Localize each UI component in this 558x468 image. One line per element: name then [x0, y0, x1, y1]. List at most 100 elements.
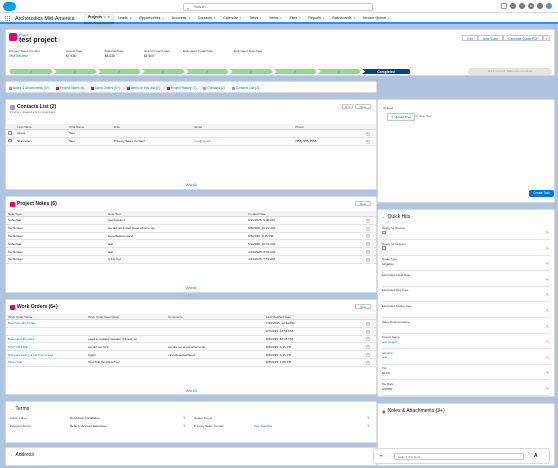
row-actions-chevron-icon[interactable]: ▾ — [366, 329, 370, 334]
related-link-label[interactable]: Contacts List (2) — [236, 86, 259, 90]
table-cell[interactable] — [192, 129, 294, 138]
list-settings-gear-icon[interactable]: ⚙ ▾ — [341, 103, 353, 109]
row-actions-chevron-icon[interactable]: ▾ — [366, 321, 370, 326]
chevron-down-icon[interactable]: ▾ — [260, 13, 261, 24]
nav-item-accounts[interactable]: Accounts ▾ — [168, 13, 194, 24]
row-actions-chevron-icon[interactable]: ▾ — [366, 345, 370, 350]
row-actions-chevron-icon[interactable]: ▾ — [366, 353, 370, 358]
app-launcher-icon[interactable] — [5, 16, 10, 21]
edit-pencil-icon[interactable]: ✎ — [546, 293, 549, 297]
help-icon[interactable]: ? — [519, 3, 525, 9]
edit-pencil-icon[interactable]: ✎ — [546, 340, 549, 344]
path-stage-complete[interactable]: ✓ — [97, 68, 141, 75]
salesforce-logo[interactable] — [3, 2, 16, 11]
path-stage-complete[interactable]: ✓ — [185, 68, 229, 75]
table-cell[interactable]: NCP ON FIRE — [6, 342, 86, 352]
nav-item-items[interactable]: Items ▾ — [266, 13, 286, 24]
path-stage-current[interactable]: Completed — [361, 68, 411, 75]
table-cell[interactable]: Bad Cats Mix Friday — [6, 319, 86, 328]
table-cell[interactable]: Nicholas saving a cat from a tree — [6, 350, 86, 359]
more-actions-chevron-icon[interactable]: ▾ — [543, 35, 550, 41]
row-actions-chevron-icon[interactable]: ▾ — [366, 234, 370, 239]
table-cell[interactable]: Basement Flooded — [6, 335, 86, 344]
related-link-label[interactable]: Project Notes (6) — [60, 86, 84, 90]
edit-pencil-icon[interactable]: ✎ — [546, 325, 549, 329]
nav-item-projects[interactable]: Projects ▾ ✕ — [84, 13, 114, 24]
related-link-label[interactable]: Items on this Job (0) — [131, 86, 160, 90]
related-link[interactable]: Contacts List (2) — [231, 86, 259, 90]
add-icon[interactable]: + — [510, 3, 516, 9]
row-actions-chevron-icon[interactable]: ▾ — [366, 242, 370, 247]
user-avatar[interactable] — [546, 3, 552, 9]
close-icon[interactable]: ✕ — [107, 12, 110, 23]
related-link-label[interactable]: Project History (7) — [171, 86, 197, 90]
nav-item-invoice-queue[interactable]: Invoice Queue ▾ — [359, 13, 393, 24]
nav-item-reports[interactable]: Reports ▾ — [304, 13, 328, 24]
edit-pencil-icon[interactable]: ✎ — [546, 309, 549, 313]
table-cell[interactable]: Other Call — [6, 358, 86, 367]
chevron-down-icon[interactable]: ▾ — [299, 13, 300, 24]
edit-pencil-icon[interactable]: ✎ — [546, 231, 549, 235]
row-actions-chevron-icon[interactable]: ▾ — [366, 250, 370, 255]
row-actions-chevron-icon[interactable]: ▾ — [365, 139, 370, 144]
notifications-bell-icon[interactable]: • — [537, 3, 543, 9]
edit-button[interactable]: Edit — [462, 35, 478, 41]
row-checkbox[interactable] — [6, 137, 16, 146]
favorites-icon[interactable] — [501, 3, 507, 9]
create-task-button[interactable]: Create Task — [529, 190, 554, 197]
row-actions-chevron-icon[interactable]: ▾ — [366, 257, 370, 262]
edit-pencil-icon[interactable]: ✎ — [183, 416, 186, 420]
edit-pencil-icon[interactable]: ✎ — [546, 247, 549, 251]
chevron-down-icon[interactable]: ▾ — [162, 13, 163, 24]
work-orders-view-all-link[interactable]: View All — [6, 389, 376, 393]
chevron-down-icon[interactable]: ▾ — [354, 13, 355, 24]
related-link[interactable]: Contacts (2) — [203, 86, 225, 90]
related-link-label[interactable]: Contacts (2) — [207, 86, 224, 90]
nav-item-leads[interactable]: Leads ▾ — [114, 13, 135, 24]
highlight-field-value[interactable]: Test Test test — [9, 54, 61, 58]
chevron-down-icon[interactable]: ▾ — [323, 13, 324, 24]
path-stage-complete[interactable]: ✓ — [229, 68, 273, 75]
field-value[interactable]: Test Test Test — [254, 424, 272, 428]
related-link[interactable]: Work Orders (6+) — [91, 86, 120, 90]
edit-pencil-icon[interactable]: ✎ — [367, 416, 370, 420]
row-actions-chevron-icon[interactable]: ▾ — [365, 131, 370, 136]
chevron-down-icon[interactable]: ▾ — [240, 13, 241, 24]
edit-pencil-icon[interactable]: ✎ — [367, 424, 370, 428]
upload-files-button[interactable]: Upload Files — [394, 115, 411, 119]
table-cell[interactable]: ben@d.com — [192, 137, 294, 146]
new-video-button[interactable]: New Video — [477, 35, 504, 41]
related-link-label[interactable]: Work Orders (6+) — [95, 86, 120, 90]
table-cell[interactable] — [6, 327, 86, 336]
edit-pencil-icon[interactable]: ✎ — [183, 424, 186, 428]
row-actions-chevron-icon[interactable]: ▾ — [366, 226, 370, 231]
related-link[interactable]: Items on this Job (0) — [127, 86, 160, 90]
global-search-input[interactable]: ⌕ Search... — [183, 2, 373, 11]
agentforce-icon[interactable]: A — [534, 453, 538, 459]
mark-status-complete-button[interactable]: Mark Current Status as Complete — [468, 68, 552, 75]
nav-item-tasks[interactable]: Tasks ▾ — [245, 13, 265, 24]
contacts-new-button[interactable]: New — [354, 103, 371, 109]
nav-item-opportunities[interactable]: Opportunities ▾ — [135, 13, 168, 24]
row-actions-chevron-icon[interactable]: ▾ — [366, 337, 370, 342]
edit-pencil-icon[interactable]: ✎ — [546, 278, 549, 282]
chevron-down-icon[interactable]: ▾ — [130, 13, 131, 24]
chevron-down-icon[interactable]: ▾ — [188, 13, 189, 24]
edit-pencil-icon[interactable]: ✎ — [546, 356, 549, 360]
chevron-down-icon[interactable]: ▾ — [214, 13, 215, 24]
row-actions-chevron-icon[interactable]: ▾ — [366, 218, 370, 223]
field-value[interactable]: test — [382, 355, 550, 359]
generate-quote-pdf-button[interactable]: Generate Quote PDF — [503, 35, 544, 41]
path-stage-complete[interactable]: ✓ — [141, 68, 185, 75]
chevron-down-icon[interactable]: ▾ — [388, 13, 389, 24]
edit-pencil-icon[interactable]: ✎ — [546, 387, 549, 391]
path-stage-complete[interactable]: ✓ — [9, 68, 53, 75]
related-link[interactable]: Notes & Attachments (3+) — [9, 86, 49, 90]
project-notes-view-all-link[interactable]: View All — [6, 286, 376, 290]
related-link[interactable]: Project Notes (6) — [56, 86, 84, 90]
path-stage-complete[interactable]: ✓ — [317, 68, 361, 75]
contacts-view-all-link[interactable]: View All — [6, 183, 376, 187]
nav-item-calendar[interactable]: Calendar ▾ — [219, 13, 245, 24]
nav-item-files[interactable]: Files ▾ — [286, 13, 305, 24]
edit-pencil-icon[interactable]: ✎ — [546, 262, 549, 266]
